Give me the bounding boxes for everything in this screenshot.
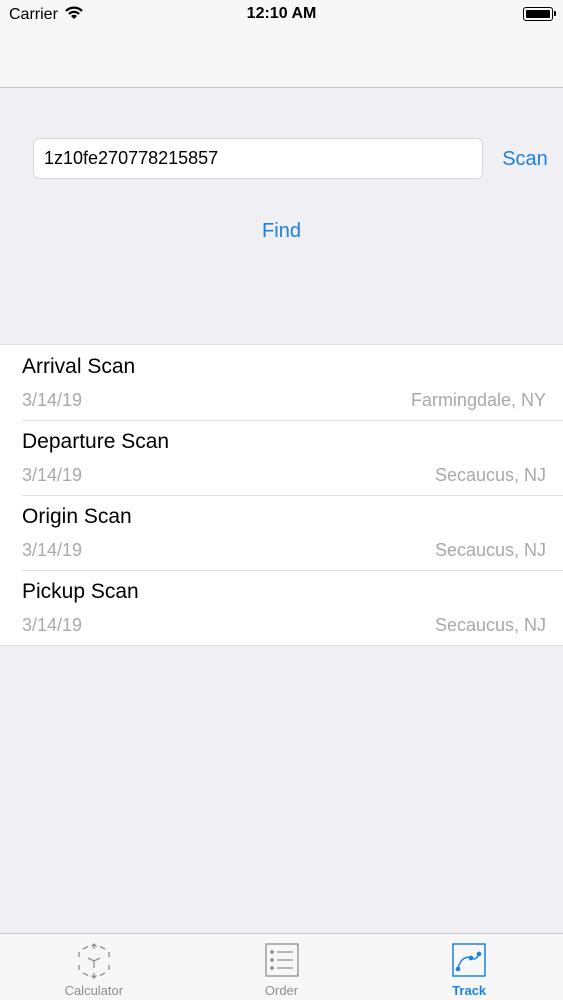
scan-date: 3/14/19 — [22, 465, 83, 485]
tab-label: Track — [452, 983, 487, 998]
tab-label: Order — [264, 983, 299, 998]
scan-row[interactable]: Origin Scan 3/14/19 Secaucus, NJ — [0, 495, 563, 570]
scan-title: Origin Scan — [22, 505, 132, 528]
scan-button[interactable]: Scan — [495, 146, 555, 172]
tracking-search-area: Scan Find — [0, 88, 563, 344]
scan-title: Arrival Scan — [22, 355, 136, 378]
clock: 12:10 AM — [246, 5, 317, 22]
tracking-number-input[interactable] — [33, 138, 483, 179]
scan-row[interactable]: Pickup Scan 3/14/19 Secaucus, NJ — [0, 570, 563, 645]
battery-icon — [523, 7, 556, 21]
tab-label: Calculator — [64, 983, 124, 998]
scan-date: 3/14/19 — [22, 615, 83, 635]
scan-row[interactable]: Departure Scan 3/14/19 Secaucus, NJ — [0, 420, 563, 495]
scan-row[interactable]: Arrival Scan 3/14/19 Farmingdale, NY — [0, 345, 563, 420]
navigation-bar — [0, 30, 563, 88]
scan-date: 3/14/19 — [22, 390, 83, 410]
scan-title: Pickup Scan — [22, 580, 139, 603]
scan-location: Farmingdale, NY — [410, 390, 546, 410]
tab-bar: Calculator Order Track — [0, 933, 563, 1000]
status-bar: Carrier 12:10 AM — [0, 0, 563, 30]
scan-location: Secaucus, NJ — [434, 615, 546, 635]
tab-order[interactable]: Order — [188, 934, 376, 1000]
scan-location: Secaucus, NJ — [434, 540, 546, 560]
scan-date: 3/14/19 — [22, 540, 83, 560]
scan-history-list: Arrival Scan 3/14/19 Farmingdale, NY Dep… — [0, 344, 563, 646]
scan-location: Secaucus, NJ — [434, 465, 546, 485]
tab-calculator[interactable]: Calculator — [0, 934, 188, 1000]
tab-track[interactable]: Track — [375, 934, 563, 1000]
find-button[interactable]: Find — [0, 220, 563, 243]
scan-title: Departure Scan — [22, 430, 170, 453]
